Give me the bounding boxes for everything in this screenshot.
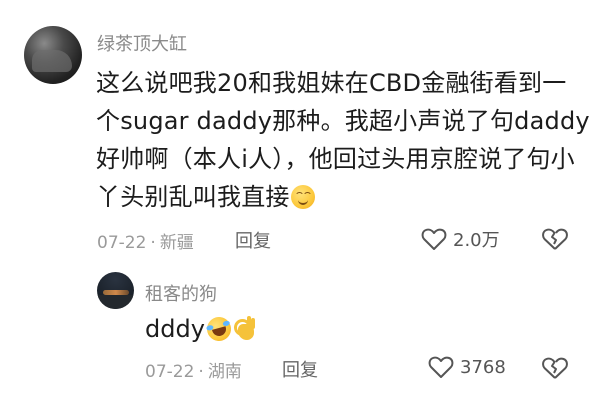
reply-date: 07-22 — [145, 362, 195, 382]
heart-icon — [428, 355, 454, 379]
comment-line: 丫头别乱叫我直接 — [96, 178, 590, 216]
comment-line-text: 丫头别乱叫我直接 — [96, 183, 290, 211]
reply-username[interactable]: 租客的狗 — [145, 280, 217, 306]
reply-like-count: 3768 — [460, 356, 506, 378]
meta-separator: · — [198, 362, 204, 382]
reply-button[interactable]: 回复 — [235, 227, 271, 253]
ok-hand-icon — [233, 316, 256, 342]
comment-line: 这么说吧我20和我姐妹在CBD金融街看到一 — [96, 69, 567, 97]
reply-text-content: dddy — [145, 315, 205, 343]
reply-text: dddy — [145, 314, 256, 344]
like-count: 2.0万 — [453, 230, 500, 251]
meta-separator: · — [150, 233, 156, 253]
reply-like-button[interactable]: 3768 — [428, 355, 506, 379]
comment-line: 好帅啊（本人i人），他回过头用京腔说了句小 — [96, 145, 575, 173]
reply-location: 湖南 — [207, 362, 242, 382]
reply-avatar[interactable] — [97, 272, 134, 309]
comment-location: 新疆 — [159, 233, 194, 253]
username[interactable]: 绿茶顶大缸 — [97, 30, 187, 56]
comment-date: 07-22 — [97, 233, 147, 253]
heart-icon — [421, 227, 447, 251]
comment-text: 这么说吧我20和我姐妹在CBD金融街看到一 个sugar daddy那种。我超小… — [96, 64, 590, 216]
smiling-face-icon — [290, 185, 315, 209]
broken-heart-icon — [541, 227, 569, 251]
comment-line: 个sugar daddy那种。我超小声说了句daddy — [96, 107, 590, 135]
reply-reply-button[interactable]: 回复 — [282, 356, 318, 382]
comment-meta: 07-22 · 新疆 — [97, 228, 194, 253]
broken-heart-icon — [541, 356, 569, 380]
reply-meta: 07-22 · 湖南 — [145, 357, 242, 382]
avatar-image — [32, 50, 72, 72]
rolling-laughing-icon — [204, 314, 234, 344]
reply-dislike-button[interactable] — [541, 356, 569, 380]
dislike-button[interactable] — [541, 227, 569, 251]
like-button[interactable]: 2.0万 — [421, 226, 500, 252]
avatar[interactable] — [24, 26, 82, 84]
